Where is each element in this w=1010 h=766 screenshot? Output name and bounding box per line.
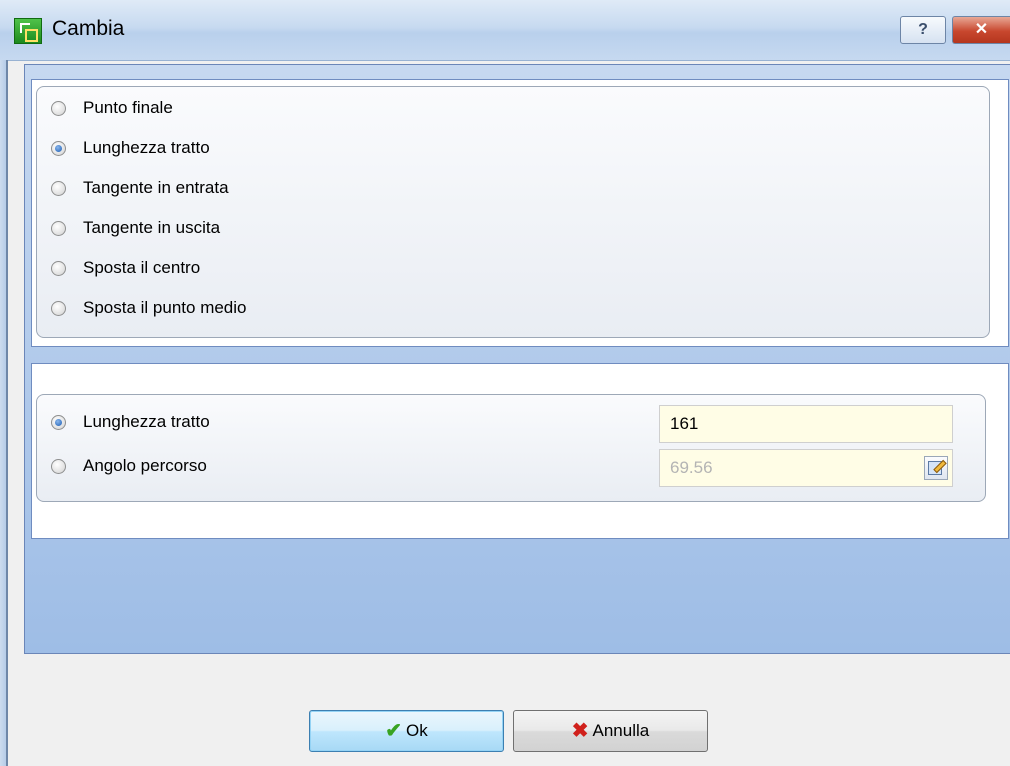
radio-icon[interactable] [51,220,66,236]
change-dialog: Cambia ? ✕ Punto finale Lunghezza tratto… [0,0,1010,766]
radio-tangente-entrata[interactable]: Tangente in entrata [51,175,229,201]
radio-label: Lunghezza tratto [83,412,210,431]
radio-icon[interactable] [51,458,66,474]
content-border [6,60,8,766]
radio-checked-icon[interactable] [51,140,66,156]
radio-label: Tangente in entrata [83,178,229,197]
radio-lunghezza-tratto[interactable]: Lunghezza tratto [51,135,210,161]
help-button[interactable]: ? [900,16,946,44]
mode-radio-group: Punto finale Lunghezza tratto Tangente i… [36,86,990,338]
radio-checked-icon[interactable] [51,414,66,430]
radio-sposta-punto-medio[interactable]: Sposta il punto medio [51,295,247,321]
title-bar[interactable]: Cambia ? ✕ [0,0,1010,61]
app-icon [14,18,42,44]
radio-label: Punto finale [83,98,173,117]
radio-label: Sposta il centro [83,258,201,277]
radio-label: Tangente in uscita [83,218,221,237]
cancel-label: Annulla [592,721,650,740]
radio-icon[interactable] [51,180,66,196]
ok-button[interactable]: ✔ Ok [309,710,504,752]
dialog-title: Cambia [52,17,125,40]
radio-tangente-uscita[interactable]: Tangente in uscita [51,215,220,241]
angle-value-field: 69.56 [659,449,953,487]
radio-punto-finale[interactable]: Punto finale [51,95,173,121]
close-icon: ✕ [974,21,989,38]
angle-value: 69.56 [670,458,713,477]
options-panel: Punto finale Lunghezza tratto Tangente i… [24,64,1010,654]
radio-icon[interactable] [51,100,66,116]
radio-param-angolo[interactable]: Angolo percorso [51,453,207,479]
radio-label: Sposta il punto medio [83,298,247,317]
radio-param-lunghezza[interactable]: Lunghezza tratto [51,409,210,435]
mode-section: Punto finale Lunghezza tratto Tangente i… [31,79,1009,347]
ok-label: Ok [406,721,428,740]
radio-icon[interactable] [51,260,66,276]
check-icon: ✔ [385,720,403,742]
close-button[interactable]: ✕ [952,16,1010,44]
radio-label: Angolo percorso [83,456,207,475]
edit-icon[interactable] [924,456,948,480]
length-value-field[interactable]: 161 [659,405,953,443]
radio-icon[interactable] [51,300,66,316]
cancel-x-icon: ✖ [571,720,589,742]
radio-label: Lunghezza tratto [83,138,210,157]
parameter-radio-group: Lunghezza tratto 161 Angolo percorso 69.… [36,394,986,502]
radio-sposta-centro[interactable]: Sposta il centro [51,255,200,281]
cancel-button[interactable]: ✖ Annulla [513,710,708,752]
parameter-section: Lunghezza tratto 161 Angolo percorso 69.… [31,363,1009,539]
